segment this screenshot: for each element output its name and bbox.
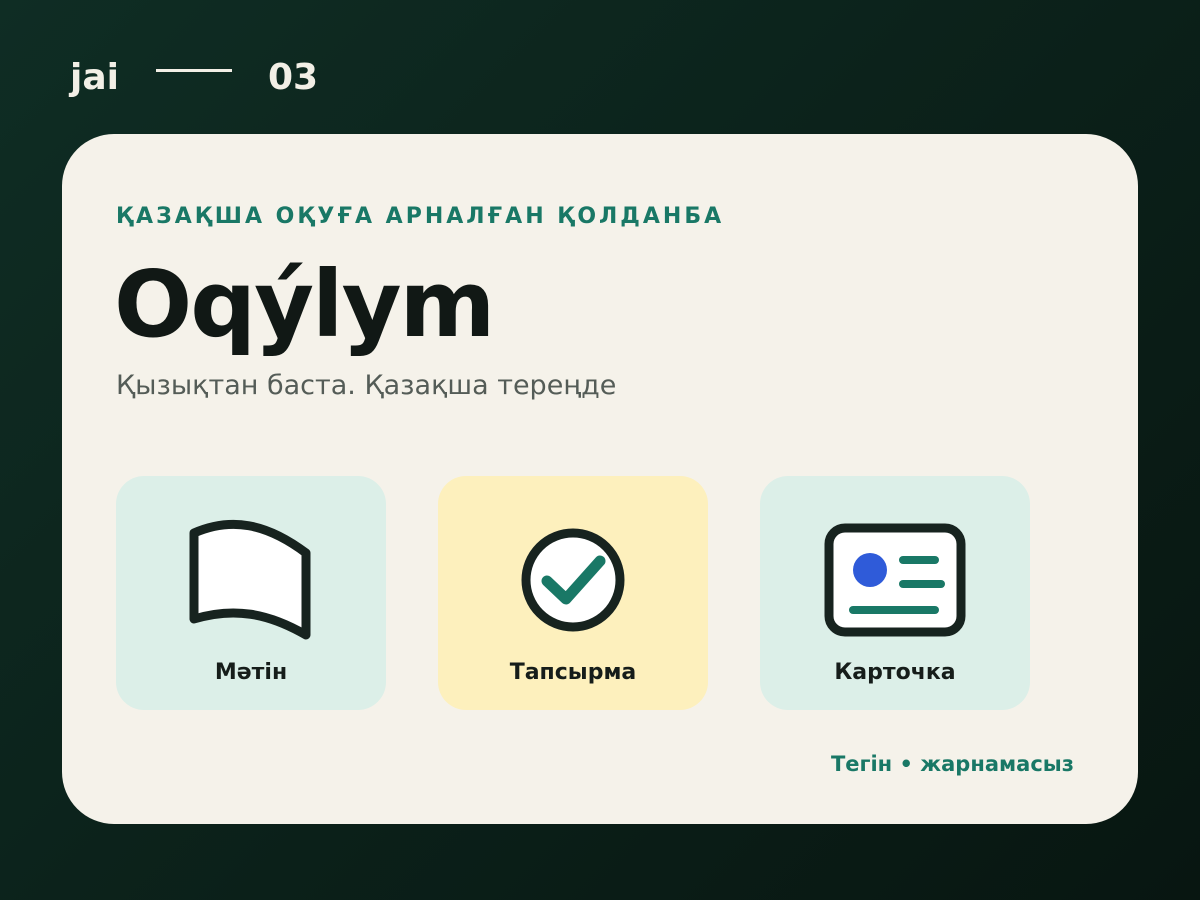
app-subtitle: Қызықтан баста. Қазақша тереңде <box>116 370 617 401</box>
brand-logo: jai <box>70 57 119 98</box>
app-promo-card: ҚАЗАҚША ОҚУҒА АРНАЛҒАН ҚОЛДАНБА Oqýlym Қ… <box>62 134 1138 824</box>
book-page-icon <box>116 512 386 648</box>
top-bar: jai 03 <box>70 56 318 100</box>
tile-task-label: Тапсырма <box>509 660 637 685</box>
tile-card[interactable]: Карточка <box>760 476 1030 710</box>
check-circle-icon <box>438 512 708 648</box>
tile-text[interactable]: Мәтін <box>116 476 386 710</box>
app-title: Oqýlym <box>114 251 495 358</box>
header-divider <box>155 68 232 72</box>
page-number: 03 <box>267 57 319 98</box>
feature-tiles: Мәтін Тапсырма Карточка <box>116 476 1030 710</box>
tile-card-label: Карточка <box>834 660 956 685</box>
footer-note: Тегін • жарнамасыз <box>830 752 1074 776</box>
tile-task[interactable]: Тапсырма <box>438 476 708 710</box>
tile-text-label: Мәтін <box>214 660 288 685</box>
id-card-icon <box>760 512 1030 648</box>
eyebrow-text: ҚАЗАҚША ОҚУҒА АРНАЛҒАН ҚОЛДАНБА <box>116 204 725 229</box>
